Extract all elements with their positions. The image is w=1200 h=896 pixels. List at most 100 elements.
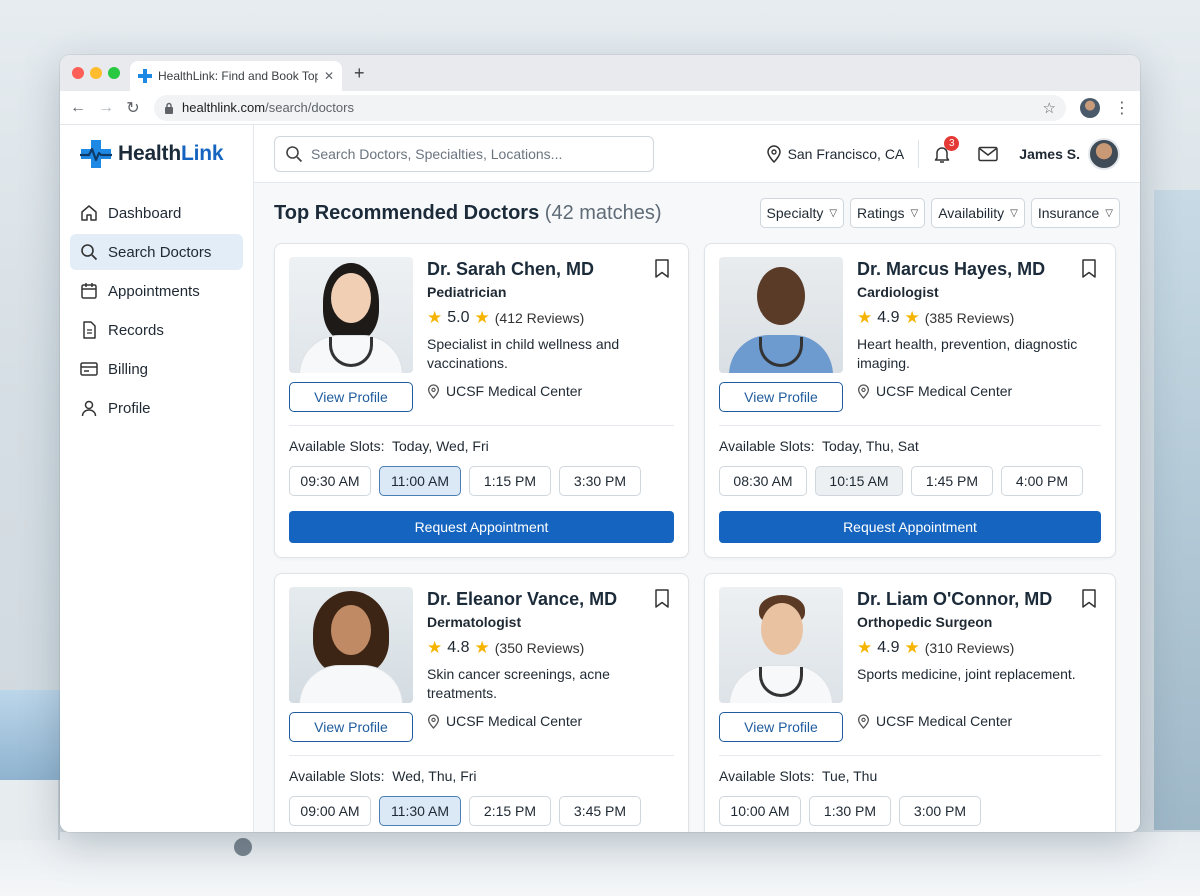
notifications-button[interactable]: 3 — [919, 135, 965, 164]
browser-profile-avatar[interactable] — [1080, 97, 1100, 118]
background-floor — [0, 832, 1200, 896]
doctor-description: Specialist in child wellness and vaccina… — [427, 336, 620, 371]
time-slot-list: 10:00 AM 1:30 PM 3:00 PM — [719, 796, 1101, 826]
available-days: Tue, Thu — [822, 768, 878, 784]
doctor-name[interactable]: Dr. Marcus Hayes, MD — [857, 259, 1101, 280]
maximize-window-button[interactable] — [108, 67, 120, 79]
messages-button[interactable] — [965, 146, 1011, 162]
time-slot[interactable]: 08:30 AM — [719, 466, 807, 496]
sidebar-item-billing[interactable]: Billing — [70, 351, 243, 387]
doctor-rating: ★ 4.8 ★ (350 Reviews) — [427, 638, 674, 658]
bookmark-icon[interactable] — [1081, 259, 1097, 279]
review-count[interactable]: (385 Reviews) — [925, 310, 1014, 326]
app-logo-text: HealthLink — [118, 142, 224, 165]
view-profile-button[interactable]: View Profile — [289, 712, 413, 742]
user-avatar[interactable] — [1088, 137, 1120, 170]
forward-arrow-icon[interactable]: → — [98, 99, 114, 117]
background-wheel — [234, 838, 252, 856]
view-profile-button[interactable]: View Profile — [719, 712, 843, 742]
time-slot[interactable]: 3:00 PM — [899, 796, 981, 826]
doctor-name[interactable]: Dr. Liam O'Connor, MD — [857, 589, 1101, 610]
doctor-name[interactable]: Dr. Eleanor Vance, MD — [427, 589, 674, 610]
favicon-icon — [138, 69, 152, 83]
review-count[interactable]: (412 Reviews) — [495, 310, 584, 326]
time-slot[interactable]: 1:15 PM — [469, 466, 551, 496]
sidebar-item-label: Billing — [108, 360, 149, 378]
time-slot[interactable]: 10:00 AM — [719, 796, 801, 826]
search-icon — [80, 243, 98, 261]
doctor-facility: UCSF Medical Center — [427, 383, 674, 399]
back-arrow-icon[interactable]: ← — [70, 99, 86, 117]
time-slot[interactable]: 4:00 PM — [1001, 466, 1083, 496]
new-tab-button[interactable]: + — [354, 63, 365, 84]
filter-specialty[interactable]: Specialty ▽ — [759, 198, 845, 228]
map-pin-icon — [427, 713, 440, 729]
tab-close-icon[interactable]: ✕ — [324, 69, 334, 83]
star-icon: ★ — [427, 638, 443, 657]
time-slot[interactable]: 09:00 AM — [289, 796, 371, 826]
sidebar-item-label: Appointments — [108, 282, 200, 300]
doctor-description: Heart health, prevention, diagnostic ima… — [857, 336, 1078, 371]
filter-bar: Specialty ▽ Ratings ▽ Availability ▽ Insura… — [759, 198, 1120, 228]
minimize-window-button[interactable] — [90, 67, 102, 79]
time-slot[interactable]: 1:30 PM — [809, 796, 891, 826]
bookmark-icon[interactable] — [654, 589, 670, 609]
app-logo[interactable]: HealthLink — [70, 137, 243, 171]
star-icon: ★ — [857, 308, 873, 327]
bookmark-star-icon[interactable]: ☆ — [1043, 99, 1056, 117]
bookmark-icon[interactable] — [654, 259, 670, 279]
doctor-card: View Profile Dr. Liam O'Connor, MD Ortho… — [704, 573, 1116, 832]
time-slot-highlighted[interactable]: 10:15 AM — [815, 466, 903, 496]
view-profile-button[interactable]: View Profile — [289, 382, 413, 412]
sidebar-item-dashboard[interactable]: Dashboard — [70, 195, 243, 231]
sidebar-item-profile[interactable]: Profile — [70, 390, 243, 426]
browser-menu-icon[interactable]: ⋮ — [1114, 98, 1130, 118]
doctor-card: View Profile Dr. Marcus Hayes, MD Cardio… — [704, 243, 1116, 558]
available-days: Today, Thu, Sat — [822, 438, 919, 454]
time-slot[interactable]: 1:45 PM — [911, 466, 993, 496]
doctor-card: View Profile Dr. Sarah Chen, MD Pediatri… — [274, 243, 689, 558]
search-input[interactable] — [311, 145, 643, 162]
time-slot-selected[interactable]: 11:00 AM — [379, 466, 461, 496]
doctor-facility: UCSF Medical Center — [857, 383, 1101, 399]
available-slots: Available Slots: Today, Thu, Sat — [719, 438, 919, 454]
time-slot-selected[interactable]: 11:30 AM — [379, 796, 461, 826]
request-appointment-button[interactable]: Request Appointment — [289, 511, 674, 543]
location-selector[interactable]: San Francisco, CA — [766, 139, 920, 168]
doctor-name[interactable]: Dr. Sarah Chen, MD — [427, 259, 674, 280]
doctor-description: Skin cancer screenings, acne treatments. — [427, 666, 610, 701]
sidebar-item-records[interactable]: Records — [70, 312, 243, 348]
available-slots: Available Slots: Wed, Thu, Fri — [289, 768, 477, 784]
results-area: Top Recommended Doctors (42 matches) Spe… — [254, 183, 1140, 832]
browser-titlebar: HealthLink: Find and Book Top ✕ + — [60, 55, 1140, 91]
time-slot[interactable]: 3:30 PM — [559, 466, 641, 496]
time-slot[interactable]: 09:30 AM — [289, 466, 371, 496]
review-count[interactable]: (350 Reviews) — [495, 640, 584, 656]
view-profile-button[interactable]: View Profile — [719, 382, 843, 412]
browser-tab[interactable]: HealthLink: Find and Book Top ✕ — [130, 61, 342, 91]
time-slot[interactable]: 2:15 PM — [469, 796, 551, 826]
doctor-photo — [719, 257, 843, 373]
search-box[interactable] — [274, 135, 654, 172]
sidebar-item-appointments[interactable]: Appointments — [70, 273, 243, 309]
healthlink-logo-icon — [80, 140, 112, 168]
sidebar-item-search-doctors[interactable]: Search Doctors — [70, 234, 243, 270]
bookmark-icon[interactable] — [1081, 589, 1097, 609]
user-name[interactable]: James S. — [1019, 146, 1080, 162]
filter-insurance[interactable]: Insurance ▽ — [1030, 198, 1120, 228]
filter-availability[interactable]: Availability ▽ — [931, 198, 1025, 228]
address-bar[interactable]: healthlink.com/search/doctors ☆ — [154, 94, 1066, 121]
card-icon — [80, 360, 98, 378]
doctor-specialty: Cardiologist — [857, 284, 939, 300]
reload-icon[interactable]: ↻ — [126, 98, 140, 118]
available-days: Today, Wed, Fri — [392, 438, 489, 454]
filter-ratings[interactable]: Ratings ▽ — [850, 198, 926, 228]
user-icon — [80, 399, 98, 417]
time-slot[interactable]: 3:45 PM — [559, 796, 641, 826]
tab-title: HealthLink: Find and Book Top — [158, 69, 318, 83]
close-window-button[interactable] — [72, 67, 84, 79]
review-count[interactable]: (310 Reviews) — [925, 640, 1014, 656]
doctor-specialty: Pediatrician — [427, 284, 507, 300]
request-appointment-button[interactable]: Request Appointment — [719, 511, 1101, 543]
card-divider — [719, 425, 1101, 426]
